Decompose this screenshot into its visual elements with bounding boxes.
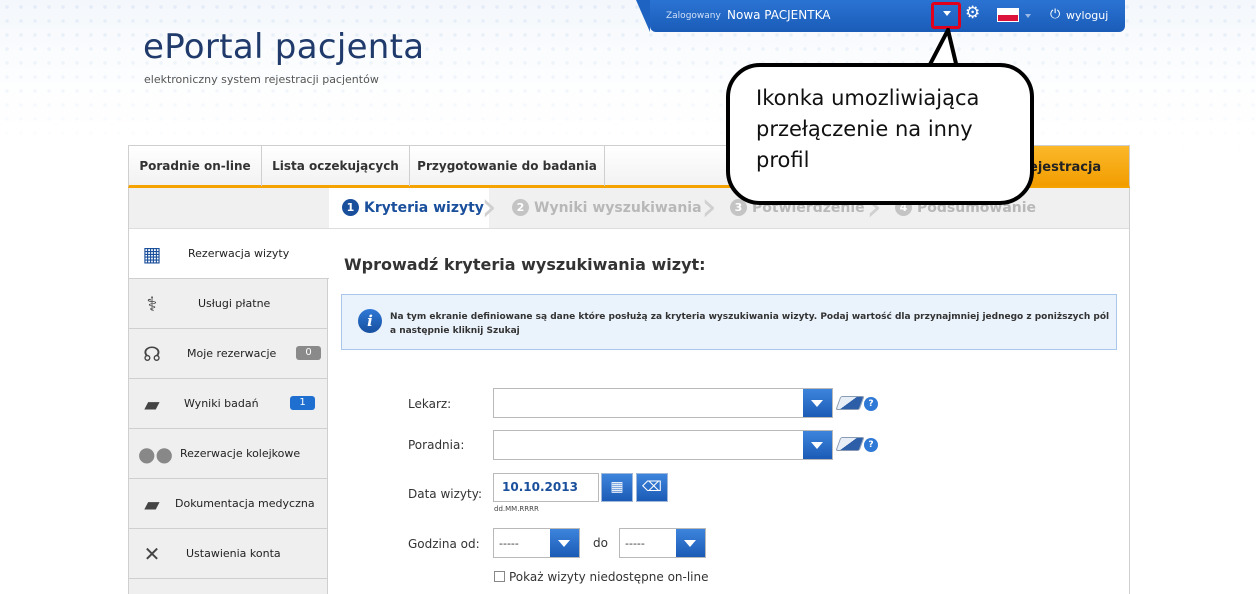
calendar-icon: ▦ [610,479,624,495]
folder-icon: ▰ [144,392,160,416]
dropdown-arrow-icon[interactable] [550,529,579,557]
lekarz-label: Lekarz: [408,397,452,411]
data-wizyty-label: Data wizyty: [408,487,482,501]
tab-przygotowanie[interactable]: Przygotowanie do badania [410,146,605,186]
portal-logo-subtitle: elektroniczny system rejestracji pacjent… [144,73,379,86]
stethoscope-tag-icon: ⚕ [146,292,158,316]
lekarz-select[interactable] [493,388,833,418]
dropdown-arrow-icon[interactable] [803,389,832,417]
dropdown-arrow-icon[interactable] [676,529,705,557]
sidebar-item-ustawienia[interactable]: ✕ Ustawienia konta [129,529,328,579]
profile-switch-dropdown[interactable] [931,2,961,29]
sidebar-item-wyniki[interactable]: ▰ Wyniki badań 1 [129,379,328,429]
annotation-callout: Ikonka umozliwiająca przełączenie na inn… [726,63,1034,205]
tab-poradnie-online[interactable]: Poradnie on-line [129,146,262,186]
tab-lista-oczekujacych[interactable]: Lista oczekujących [262,146,410,186]
logged-in-label: Zalogowany [666,11,721,21]
logout-link[interactable]: wyloguj [1066,9,1108,22]
dropdown-arrow-icon[interactable] [803,431,832,459]
clear-date-button[interactable]: ⌫ [636,473,668,502]
stethoscope-icon: ☊ [143,342,161,366]
callout-text: Ikonka umozliwiająca przełączenie na inn… [756,86,980,172]
help-icon[interactable]: ? [864,397,878,411]
step-kryteria[interactable]: 1 Kryteria wizyty [342,199,484,216]
info-text: Na tym ekranie definiowane są dane które… [390,312,1110,336]
tools-icon: ✕ [143,542,161,566]
show-unavailable-label[interactable]: Pokaż wizyty niedostępne on-line [509,570,709,584]
sidebar-item-dokumentacja[interactable]: ▰ Dokumentacja medyczna [129,479,328,529]
date-input[interactable]: 10.10.2013 [493,473,599,502]
language-caret-icon[interactable] [1025,14,1031,18]
sidebar: ▦ Rezerwacja wizyty ⚕ Usługi płatne ☊ Mo… [129,229,329,594]
top-user-bar: Zalogowany Nowa PACJENTKA ⚙ ⏻ wyloguj [636,0,1125,32]
step-wyniki: 2 Wyniki wyszukiwania [512,199,702,216]
show-unavailable-checkbox[interactable] [494,571,505,582]
page-title: Wprowadź kryteria wyszukiwania wizyt: [344,255,706,274]
godzina-od-select[interactable]: ----- [493,528,580,558]
info-icon: i [358,309,382,333]
help-icon[interactable]: ? [864,438,878,452]
date-format-hint: dd.MM.RRRR [494,505,539,513]
portal-logo-title[interactable]: ePortal pacjenta [143,27,424,67]
calendar-button[interactable]: ▦ [601,473,633,502]
caret-down-icon [943,11,951,16]
step-separator: › [701,184,717,230]
godzina-do-select[interactable]: ----- [619,528,706,558]
sidebar-item-uslugi[interactable]: ⚕ Usługi płatne [129,279,328,329]
eraser-icon[interactable] [835,396,865,410]
results-count-badge: 1 [290,396,315,410]
info-box: i Na tym ekranie definiowane są dane któ… [341,294,1117,350]
sidebar-item-kolejkowe[interactable]: ●● Rezerwacje kolejkowe [129,429,328,479]
calendar-icon: ▦ [142,242,162,266]
reservations-count-badge: 0 [296,346,321,360]
power-icon[interactable]: ⏻ [1050,7,1060,22]
godzina-do-label: do [593,536,608,550]
poradnia-label: Poradnia: [408,438,465,452]
poradnia-select[interactable] [493,430,833,460]
user-name: Nowa PACJENTKA [727,8,831,22]
gear-icon[interactable]: ⚙ [965,5,980,22]
step-separator: › [481,184,497,230]
people-icon: ●● [138,442,173,466]
godzina-od-label: Godzina od: [408,537,480,551]
sidebar-item-rezerwacja[interactable]: ▦ Rezerwacja wizyty [129,229,329,279]
eraser-icon: ⌫ [642,479,662,495]
tab-rejestracja[interactable]: Rejestracja [1019,146,1129,186]
eraser-icon[interactable] [835,437,865,451]
poland-flag-icon[interactable] [997,8,1019,22]
folder-icon: ▰ [144,492,160,516]
sidebar-item-moje-rezerwacje[interactable]: ☊ Moje rezerwacje 0 [129,329,328,379]
